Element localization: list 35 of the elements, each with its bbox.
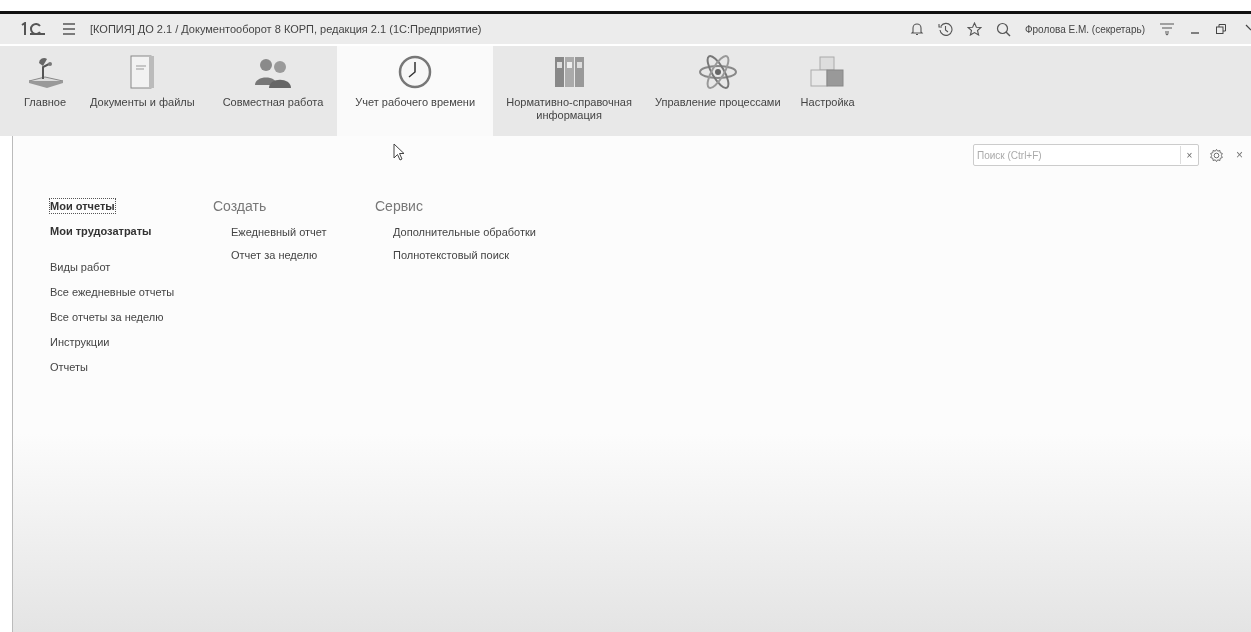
section-tab[interactable]: Нормативно-справочная информация	[493, 46, 646, 136]
user-name[interactable]: Фролова Е.М. (секретарь)	[1024, 23, 1145, 35]
group-heading: Создать	[213, 198, 267, 214]
section-tab[interactable]: Настройка	[790, 46, 865, 136]
nav-link[interactable]: Виды работ	[49, 259, 112, 275]
atom-icon	[696, 54, 739, 90]
search-icon[interactable]	[995, 21, 1011, 37]
section-tab[interactable]: Управление процессами	[645, 46, 791, 136]
nav-link[interactable]: Все отчеты за неделю	[49, 309, 165, 325]
section-tab[interactable]: Документы и файлы	[76, 46, 209, 136]
nav-link[interactable]: Все ежедневные отчеты	[49, 284, 176, 300]
command-link[interactable]: Дополнительные обработки	[393, 225, 536, 239]
history-icon[interactable]	[937, 21, 953, 37]
command-link[interactable]: Отчет за неделю	[231, 248, 318, 262]
section-tab[interactable]: Совместная работа	[208, 46, 338, 136]
logo-icon	[20, 22, 46, 36]
clock-icon	[398, 54, 433, 90]
window-title: [КОПИЯ] ДО 2.1 / Документооборот 8 КОРП, редакция 2.1 (1С:Предприятие)	[90, 23, 482, 35]
nav-link[interactable]: Мои отчеты	[49, 198, 116, 214]
section-tab[interactable]: Главное	[14, 46, 77, 136]
group-heading: Сервис	[375, 198, 423, 214]
restore-icon[interactable]	[1215, 23, 1227, 35]
command-link[interactable]: Полнотекстовый поиск	[393, 248, 510, 262]
nav-link[interactable]: Инструкции	[49, 334, 111, 350]
section-tab[interactable]: Учет рабочего времени	[337, 46, 494, 136]
cursor-icon	[393, 143, 405, 161]
nav-link[interactable]: Мои трудозатраты	[49, 223, 153, 239]
close-button[interactable]: ×	[1234, 148, 1245, 162]
settings-icon[interactable]	[1209, 147, 1224, 163]
search-field[interactable]: Поиск (Ctrl+F) ×	[973, 144, 1199, 166]
command-link[interactable]: Ежедневный отчет	[231, 225, 327, 239]
star-icon[interactable]	[966, 22, 982, 36]
menu-icon[interactable]	[62, 23, 76, 35]
nav-link[interactable]: Отчеты	[49, 359, 90, 375]
bell-icon[interactable]	[909, 22, 924, 36]
